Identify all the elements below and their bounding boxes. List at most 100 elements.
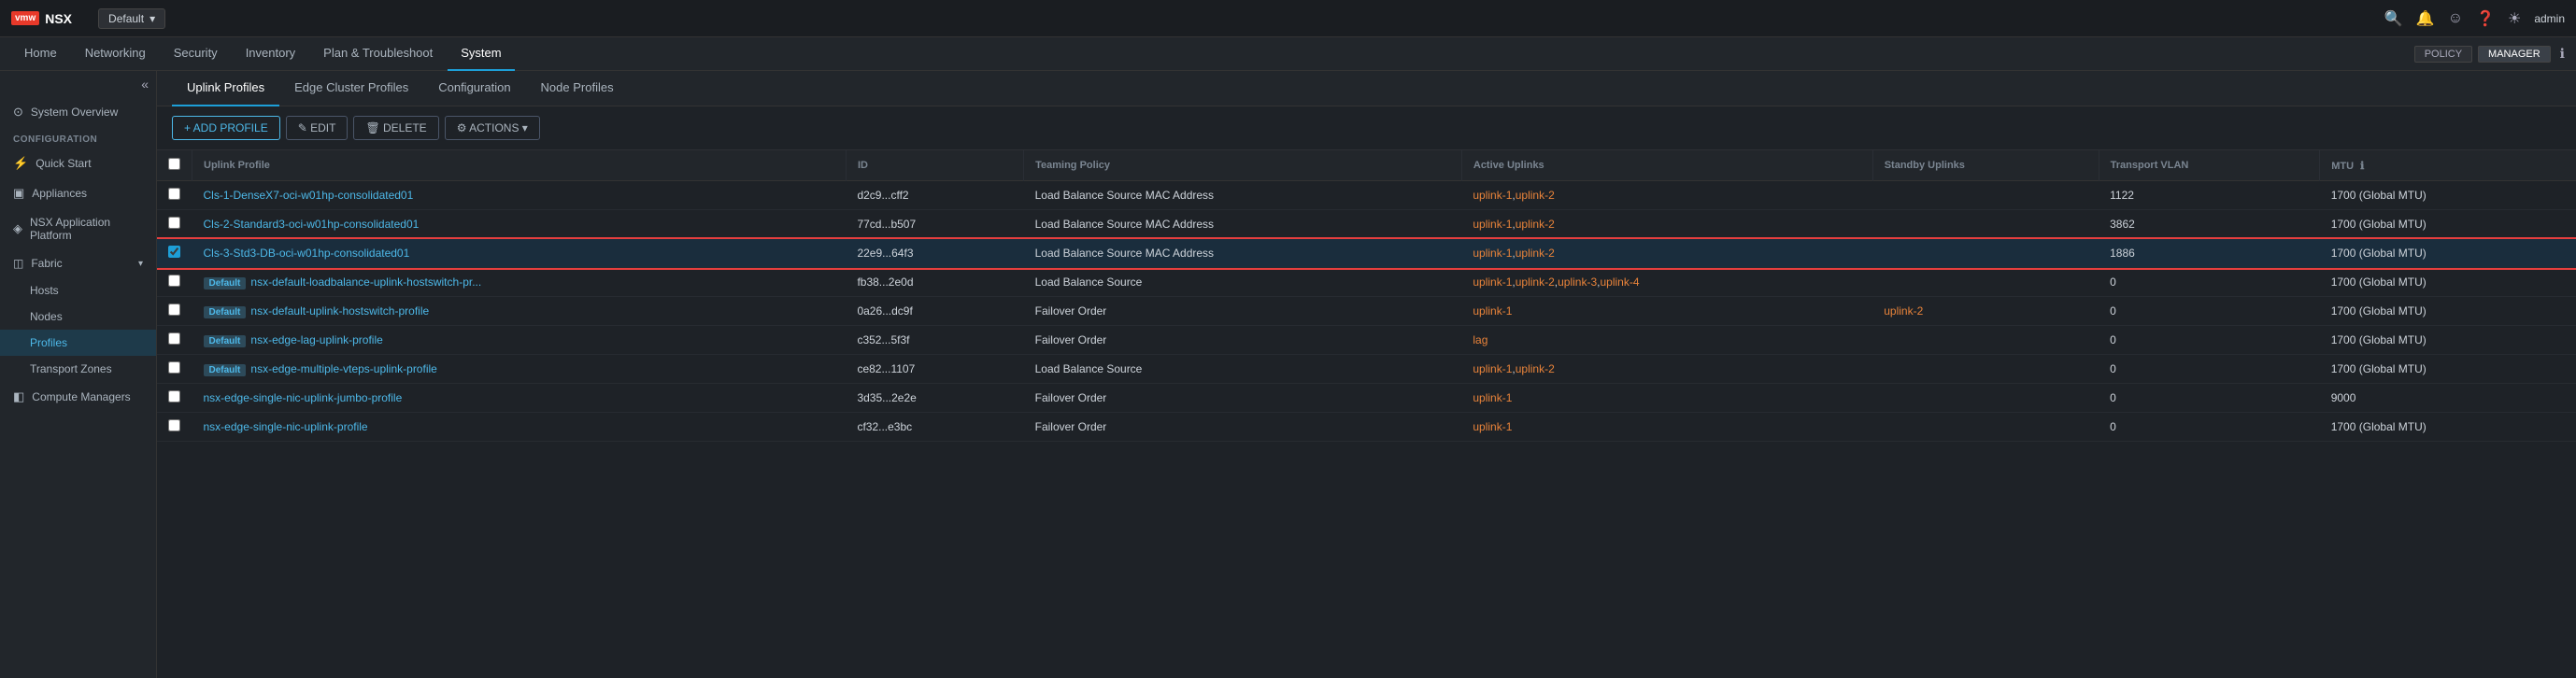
tab-uplink-profiles[interactable]: Uplink Profiles (172, 71, 279, 106)
table-row[interactable]: Defaultnsx-edge-lag-uplink-profilec352..… (157, 326, 2576, 355)
uplink-label: uplink-1 (1473, 189, 1512, 202)
profile-name-link[interactable]: Cls-2-Standard3-oci-w01hp-consolidated01 (204, 218, 420, 231)
profile-name-link[interactable]: nsx-default-uplink-hostswitch-profile (250, 304, 429, 318)
table-row[interactable]: Defaultnsx-edge-multiple-vteps-uplink-pr… (157, 355, 2576, 384)
nsx-app-icon: ◈ (13, 221, 22, 236)
cell-transport-vlan: 0 (2099, 355, 2320, 384)
fabric-chevron-icon: ▾ (138, 259, 143, 269)
tab-configuration[interactable]: Configuration (423, 71, 525, 106)
row-checkbox[interactable] (168, 275, 180, 287)
profile-name-link[interactable]: nsx-default-loadbalance-uplink-hostswitc… (250, 275, 481, 289)
uplink-label: lag (1473, 333, 1487, 346)
nav-inventory[interactable]: Inventory (233, 37, 308, 71)
cell-name: nsx-edge-single-nic-uplink-profile (192, 413, 847, 442)
face-icon[interactable]: ☺ (2448, 10, 2463, 27)
uplink-label: uplink-1 (1473, 362, 1512, 375)
vmw-logo-box: vmw (11, 11, 39, 25)
cell-mtu: 1700 (Global MTU) (2320, 210, 2576, 239)
delete-button[interactable]: 🗑 DELETE (353, 116, 438, 140)
nav-home[interactable]: Home (11, 37, 70, 71)
row-checkbox[interactable] (168, 217, 180, 229)
table-row[interactable]: nsx-edge-single-nic-uplink-profilecf32..… (157, 413, 2576, 442)
uplink-label: uplink-2 (1516, 275, 1555, 289)
row-checkbox[interactable] (168, 390, 180, 403)
cell-standby-uplinks (1872, 268, 2099, 297)
table-row[interactable]: Cls-2-Standard3-oci-w01hp-consolidated01… (157, 210, 2576, 239)
cell-mtu: 1700 (Global MTU) (2320, 413, 2576, 442)
user-label[interactable]: admin (2534, 12, 2565, 25)
nav-help-icon[interactable]: ℹ (2560, 46, 2565, 63)
header-standby-uplinks: Standby Uplinks (1872, 150, 2099, 181)
table-row[interactable]: Defaultnsx-default-loadbalance-uplink-ho… (157, 268, 2576, 297)
sidebar-item-profiles[interactable]: Profiles (0, 330, 156, 356)
theme-icon[interactable]: ☀ (2508, 9, 2521, 28)
row-checkbox[interactable] (168, 332, 180, 345)
profile-name-link[interactable]: Cls-3-Std3-DB-oci-w01hp-consolidated01 (204, 247, 410, 260)
profile-name-link[interactable]: nsx-edge-multiple-vteps-uplink-profile (250, 362, 436, 375)
cell-id: fb38...2e0d (846, 268, 1023, 297)
nav-plan-troubleshoot[interactable]: Plan & Troubleshoot (310, 37, 446, 71)
nav-security[interactable]: Security (161, 37, 231, 71)
profile-name-link[interactable]: Cls-1-DenseX7-oci-w01hp-consolidated01 (204, 189, 414, 202)
env-selector[interactable]: Default ▾ (98, 8, 165, 29)
content-tabs: Uplink Profiles Edge Cluster Profiles Co… (157, 71, 2576, 106)
edit-button[interactable]: ✎ EDIT (286, 116, 349, 140)
cell-id: 22e9...64f3 (846, 239, 1023, 268)
chevron-down-icon: ▾ (149, 12, 155, 25)
manager-pill[interactable]: MANAGER (2478, 46, 2551, 63)
cell-name: nsx-edge-single-nic-uplink-jumbo-profile (192, 384, 847, 413)
nav-networking[interactable]: Networking (72, 37, 159, 71)
sidebar-collapse-btn[interactable]: « (0, 71, 156, 97)
header-transport-vlan: Transport VLAN (2099, 150, 2320, 181)
sidebar-item-transport-zones[interactable]: Transport Zones (0, 356, 156, 382)
table-row[interactable]: nsx-edge-single-nic-uplink-jumbo-profile… (157, 384, 2576, 413)
table-row[interactable]: Cls-3-Std3-DB-oci-w01hp-consolidated01 22… (157, 239, 2576, 268)
cell-standby-uplinks (1872, 326, 2099, 355)
sidebar-item-nodes[interactable]: Nodes (0, 304, 156, 330)
sidebar-item-appliances[interactable]: ▣ Appliances (0, 178, 156, 208)
sidebar-item-hosts[interactable]: Hosts (0, 277, 156, 304)
tab-edge-cluster-profiles[interactable]: Edge Cluster Profiles (279, 71, 423, 106)
quick-start-icon: ⚡ (13, 156, 28, 171)
sidebar-label-overview: System Overview (31, 106, 118, 119)
sidebar-item-compute-managers[interactable]: ◧ Compute Managers (0, 382, 156, 412)
row-checkbox[interactable] (168, 361, 180, 374)
default-badge: Default (204, 306, 247, 318)
sidebar-item-system-overview[interactable]: ⊙ System Overview (0, 97, 156, 127)
table-row[interactable]: Defaultnsx-default-uplink-hostswitch-pro… (157, 297, 2576, 326)
row-checkbox[interactable] (168, 419, 180, 431)
profile-name-link[interactable]: nsx-edge-single-nic-uplink-jumbo-profile (204, 391, 403, 404)
header-active-uplinks: Active Uplinks (1461, 150, 1872, 181)
help-icon[interactable]: ❓ (2476, 9, 2495, 28)
actions-button[interactable]: ⚙ ACTIONS ▾ (445, 116, 540, 140)
sidebar-item-quick-start[interactable]: ⚡ Quick Start (0, 148, 156, 178)
env-label: Default (108, 12, 144, 25)
sidebar-item-nsx-app-platform[interactable]: ◈ NSX Application Platform (0, 208, 156, 249)
cell-active-uplinks: lag (1461, 326, 1872, 355)
cell-active-uplinks: uplink-1,uplink-2 (1461, 210, 1872, 239)
profile-name-link[interactable]: nsx-edge-single-nic-uplink-profile (204, 420, 368, 433)
mtu-info-icon[interactable]: ℹ (2360, 161, 2364, 172)
uplink-label: uplink-1 (1473, 391, 1512, 404)
search-icon[interactable]: 🔍 (2384, 9, 2403, 28)
row-checkbox[interactable] (168, 188, 180, 200)
row-checkbox[interactable] (168, 304, 180, 316)
sidebar-label-appliances: Appliances (32, 187, 87, 200)
cell-active-uplinks: uplink-1,uplink-2 (1461, 355, 1872, 384)
select-all-checkbox[interactable] (168, 158, 180, 170)
profile-name-link[interactable]: nsx-edge-lag-uplink-profile (250, 333, 382, 346)
table-container: Uplink Profile ID Teaming Policy Active … (157, 150, 2576, 678)
nav-system[interactable]: System (448, 37, 514, 71)
uplink-label: uplink-3 (1558, 275, 1597, 289)
cell-active-uplinks: uplink-1 (1461, 413, 1872, 442)
cell-mtu: 1700 (Global MTU) (2320, 268, 2576, 297)
row-checkbox[interactable] (168, 246, 180, 258)
bell-icon[interactable]: 🔔 (2416, 9, 2435, 28)
cell-teaming-policy: Load Balance Source MAC Address (1024, 239, 1462, 268)
policy-pill[interactable]: POLICY (2414, 46, 2472, 63)
sidebar-item-fabric[interactable]: ◫ Fabric ▾ (0, 249, 156, 277)
cell-active-uplinks: uplink-1,uplink-2 (1461, 181, 1872, 210)
add-profile-button[interactable]: + ADD PROFILE (172, 116, 280, 140)
table-row[interactable]: Cls-1-DenseX7-oci-w01hp-consolidated01d2… (157, 181, 2576, 210)
tab-node-profiles[interactable]: Node Profiles (526, 71, 629, 106)
